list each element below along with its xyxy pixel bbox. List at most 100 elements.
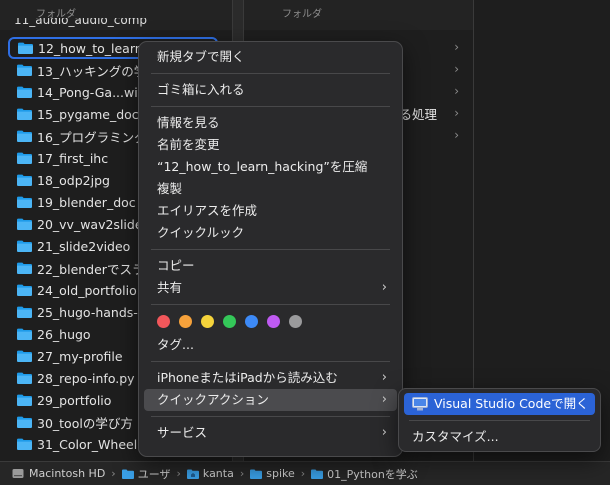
menu-item-quick-actions-label: クイックアクション <box>157 392 269 407</box>
tag-color-dot[interactable] <box>223 314 236 328</box>
chevron-right-icon: › <box>381 425 387 440</box>
path-disk-label: Macintosh HD <box>29 467 106 480</box>
partial-top-row: 11_audio_audio_comp <box>14 18 148 27</box>
folder-icon <box>17 284 32 296</box>
folder-name: 15_pygame_doc_ <box>37 106 145 122</box>
folder-icon <box>250 469 263 479</box>
menu-separator <box>151 249 390 250</box>
menu-item-import-from-iphone[interactable]: iPhoneまたはiPadから読み込む › <box>144 367 397 389</box>
path-bar: Macintosh HD › ユーザ › kanta › spike › 01_… <box>0 461 610 485</box>
folder-icon <box>17 86 32 98</box>
folder-name: 21_slide2video <box>37 238 131 254</box>
folder-name: 29_portfolio <box>37 392 112 408</box>
folder-name: 31_Color_Wheel <box>37 436 138 452</box>
folder-name: 16_プログラミング <box>37 129 147 145</box>
chevron-right-icon: › <box>454 128 459 142</box>
tag-color-dot[interactable] <box>289 314 302 328</box>
tag-color-dot[interactable] <box>157 314 170 328</box>
folder-name: 24_old_portfolio <box>37 282 137 298</box>
chevron-right-icon: › <box>454 106 459 120</box>
menu-item-import-label: iPhoneまたはiPadから読み込む <box>157 370 338 385</box>
folder-icon <box>17 416 32 428</box>
menu-item-compress[interactable]: “12_how_to_learn_hacking”を圧縮 <box>144 156 397 178</box>
folder-icon <box>17 306 32 318</box>
tag-color-dot[interactable] <box>245 314 258 328</box>
folder-icon <box>17 218 32 230</box>
path-user-label: kanta <box>202 467 234 480</box>
folder-icon <box>17 64 32 76</box>
folder-name: 20_vv_wav2slide <box>37 216 143 232</box>
menu-item-open-new-tab[interactable]: 新規タブで開く <box>144 46 397 68</box>
menu-separator <box>151 416 390 417</box>
menu-item-make-alias[interactable]: エイリアスを作成 <box>144 200 397 222</box>
path-item-folder[interactable]: 01_Pythonを学ぶ <box>311 466 418 482</box>
chevron-right-icon: › <box>381 370 387 385</box>
quick-actions-submenu: Visual Studio Codeで開く カスタマイズ... <box>398 388 601 452</box>
folder-icon <box>17 350 32 362</box>
folder-name: 25_hugo-hands- <box>37 304 138 320</box>
menu-item-services-label: サービス <box>157 425 208 440</box>
folder-name: 30_toolの学び方 <box>37 415 133 431</box>
folder-icon <box>18 42 33 54</box>
chevron-right-icon: › <box>381 280 387 295</box>
folder-icon <box>17 152 32 164</box>
menu-separator <box>151 106 390 107</box>
menu-item-move-to-trash[interactable]: ゴミ箱に入れる <box>144 79 397 101</box>
folder-icon <box>17 328 32 340</box>
submenu-item-customize[interactable]: カスタマイズ... <box>404 426 595 448</box>
tag-color-row <box>139 310 402 332</box>
folder-name: 27_my-profile <box>37 348 123 364</box>
folder-icon <box>17 262 32 274</box>
folder-icon <box>17 108 32 120</box>
chevron-right-icon: › <box>300 467 306 480</box>
menu-separator <box>409 420 590 421</box>
chevron-right-icon: › <box>454 62 459 76</box>
folder-name: 26_hugo <box>37 326 91 342</box>
path-users-label: ユーザ <box>137 467 171 481</box>
folder-icon <box>17 174 32 186</box>
menu-item-copy[interactable]: コピー <box>144 255 397 277</box>
path-folder-label: 01_Pythonを学ぶ <box>327 467 418 481</box>
menu-separator <box>151 304 390 305</box>
folder-name: 19_blender_doc <box>37 194 136 210</box>
menu-item-tags[interactable]: タグ... <box>144 334 397 356</box>
menu-item-share[interactable]: 共有 › <box>144 277 397 299</box>
path-item-user[interactable]: kanta <box>186 467 234 480</box>
folder-icon <box>17 130 32 142</box>
folder-name: 22_blenderでスラ <box>37 261 145 277</box>
home-folder-icon <box>186 469 199 479</box>
path-spike-label: spike <box>266 467 295 480</box>
column-header-2: フォルダ <box>244 0 473 30</box>
folder-name: 18_odp2jpg <box>37 172 110 188</box>
folder-icon <box>17 394 32 406</box>
vscode-icon <box>412 397 428 411</box>
menu-item-quick-actions[interactable]: クイックアクション › <box>144 389 397 411</box>
menu-item-duplicate[interactable]: 複製 <box>144 178 397 200</box>
menu-item-services[interactable]: サービス › <box>144 422 397 444</box>
folder-name: 17_first_ihc <box>37 150 109 166</box>
chevron-right-icon: › <box>454 84 459 98</box>
menu-item-quick-look[interactable]: クイックルック <box>144 222 397 244</box>
folder-icon <box>17 438 32 450</box>
path-item-disk[interactable]: Macintosh HD <box>12 467 105 480</box>
submenu-item-open-vscode[interactable]: Visual Studio Codeで開く <box>404 393 595 415</box>
folder-icon <box>311 469 324 479</box>
menu-item-get-info[interactable]: 情報を見る <box>144 112 397 134</box>
menu-item-rename[interactable]: 名前を変更 <box>144 134 397 156</box>
folder-icon <box>17 196 32 208</box>
partial-item-label: る処理 <box>399 107 437 122</box>
folder-name: 12_how_to_learn <box>38 40 143 56</box>
chevron-right-icon: › <box>239 467 245 480</box>
folder-name: 13_ハッキングの学 <box>37 63 147 79</box>
folder-name: 14_Pong-Ga...wit <box>37 84 143 100</box>
folder-icon <box>121 469 134 479</box>
folder-icon <box>17 372 32 384</box>
submenu-open-vscode-label: Visual Studio Codeで開く <box>434 396 589 411</box>
tag-color-dot[interactable] <box>267 314 280 328</box>
path-item-users[interactable]: ユーザ <box>121 466 171 482</box>
menu-item-share-label: 共有 <box>157 280 183 295</box>
tag-color-dot[interactable] <box>179 314 192 328</box>
tag-color-dot[interactable] <box>201 314 214 328</box>
hard-disk-icon <box>12 469 24 478</box>
path-item-spike[interactable]: spike <box>250 467 295 480</box>
